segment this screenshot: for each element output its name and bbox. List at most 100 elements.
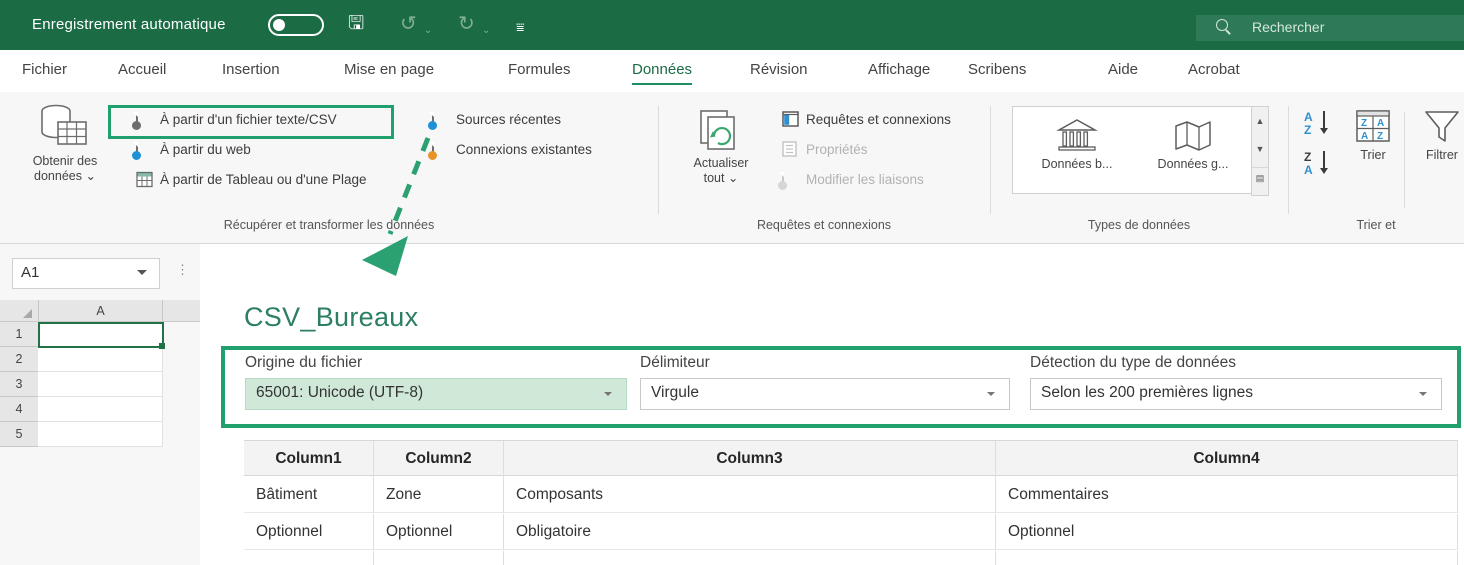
file-origin-label: Origine du fichier	[245, 354, 363, 371]
tab-affichage[interactable]: Affichage	[868, 61, 930, 78]
properties-label: Propriétés	[806, 142, 868, 157]
from-web-icon	[132, 141, 153, 160]
table-cell	[374, 551, 504, 565]
ribbon: Récupérer et transformer les données Req…	[0, 92, 1464, 244]
svg-text:A: A	[1304, 163, 1313, 177]
sort-dialog-label: Trier	[1360, 148, 1386, 162]
tab-acrobat[interactable]: Acrobat	[1188, 61, 1240, 78]
svg-text:A: A	[1361, 131, 1368, 142]
tab-label: Mise en page	[344, 61, 435, 78]
filter-button[interactable]: Filtrer	[1414, 108, 1464, 162]
cell-a5[interactable]	[38, 422, 163, 447]
tab-formules[interactable]: Formules	[508, 61, 571, 78]
data-type-detection-select[interactable]: Selon les 200 premières lignes	[1030, 378, 1442, 410]
edit-links-label: Modifier les liaisons	[806, 172, 924, 187]
column-header-a[interactable]: A	[38, 300, 163, 322]
gallery-scroll-down-icon[interactable]: ▼	[1252, 139, 1268, 159]
row-header-5[interactable]: 5	[0, 422, 38, 447]
csv-import-pane: CSV_Bureaux Origine du fichier 65001: Un…	[200, 244, 1464, 565]
data-type-stocks[interactable]: Données b...	[1021, 117, 1133, 171]
refresh-all-label-line2: tout	[703, 171, 728, 185]
tab-label: Révision	[750, 61, 808, 78]
undo-dropdown-icon[interactable]: ⌄	[424, 20, 432, 42]
redo-icon[interactable]: ↻	[458, 13, 475, 35]
column-headers: A	[0, 300, 200, 322]
sort-dialog-button[interactable]: Z A A Z Trier	[1346, 108, 1400, 162]
data-type-geography[interactable]: Données g...	[1137, 117, 1249, 171]
refresh-all-label-line1: Actualiser	[693, 156, 749, 170]
csv-dialog-title: CSV_Bureaux	[244, 302, 419, 332]
recent-sources-icon	[428, 111, 449, 130]
table-header-row: Column1 Column2 Column3 Column4	[244, 440, 1458, 477]
tab-fichier[interactable]: Fichier	[22, 61, 67, 78]
sort-descending-button[interactable]: Z A	[1300, 148, 1338, 183]
formula-bar-overflow-icon[interactable]: ⋮	[176, 262, 189, 278]
from-web-button[interactable]: À partir du web	[132, 140, 251, 160]
table-cell	[504, 551, 996, 565]
tab-scribens[interactable]: Scribens	[968, 61, 1026, 78]
sort-dialog-icon: Z A A Z	[1356, 110, 1390, 142]
tab-label: Scribens	[968, 61, 1027, 78]
save-icon[interactable]: 🖫	[348, 13, 364, 35]
name-box-value: A1	[21, 264, 40, 281]
svg-text:A: A	[1377, 118, 1384, 129]
undo-icon[interactable]: ↺	[400, 13, 417, 35]
gallery-more-icon[interactable]: ▤	[1252, 167, 1268, 187]
column-header[interactable]: Column2	[374, 441, 504, 477]
data-type-detection-field: Détection du type de données Selon les 2…	[1030, 354, 1442, 410]
tab-aide[interactable]: Aide	[1108, 61, 1138, 78]
tab-r-vision[interactable]: Révision	[750, 61, 808, 78]
queries-connections-label: Requêtes et connexions	[806, 112, 951, 127]
get-data-button[interactable]: Obtenir des données ⌄	[10, 102, 120, 184]
file-origin-select[interactable]: 65001: Unicode (UTF-8)	[245, 378, 627, 410]
svg-text:A: A	[1304, 110, 1313, 124]
redo-dropdown-icon[interactable]: ⌄	[482, 20, 490, 42]
table-row: Optionnel Optionnel Obligatoire Optionnel	[244, 514, 1458, 550]
column-header[interactable]: Column4	[996, 441, 1458, 477]
tab-mise-en-page[interactable]: Mise en page	[344, 61, 434, 78]
row-header-3[interactable]: 3	[0, 372, 38, 397]
row-header-4[interactable]: 4	[0, 397, 38, 422]
from-text-csv-button[interactable]: À partir d'un fichier texte/CSV	[132, 110, 337, 130]
table-cell: Obligatoire	[504, 514, 996, 550]
tab-label: Données	[632, 61, 693, 78]
row-header-2[interactable]: 2	[0, 347, 38, 372]
column-header[interactable]: Column3	[504, 441, 996, 477]
ribbon-tabs: Fichier Accueil Insertion Mise en page Formu…	[0, 50, 1464, 92]
select-all-corner[interactable]	[0, 300, 38, 322]
group-separator	[1404, 112, 1405, 208]
tab-label: Formules	[508, 61, 571, 78]
gallery-scroll-up-icon[interactable]: ▲	[1252, 111, 1268, 131]
autosave-toggle-knob	[273, 19, 285, 31]
table-cell: Optionnel	[996, 514, 1458, 550]
sort-ascending-button[interactable]: A Z	[1300, 108, 1338, 143]
chevron-down-icon	[987, 392, 995, 396]
search-input[interactable]: Rechercher	[1196, 15, 1464, 41]
refresh-all-button[interactable]: Actualiser tout ⌄	[676, 108, 766, 186]
row-header-1[interactable]: 1	[0, 322, 38, 347]
chevron-down-icon[interactable]	[137, 270, 147, 275]
title-bar: Enregistrement automatique 🖫 ↺ ⌄ ↻ ⌄ ⩸ R…	[0, 0, 1464, 50]
column-header[interactable]: Column1	[244, 441, 374, 477]
queries-connections-button[interactable]: Requêtes et connexions	[782, 110, 951, 130]
tab-donn-es[interactable]: Données	[632, 61, 693, 85]
cell-a2[interactable]	[38, 347, 163, 372]
cell-a4[interactable]	[38, 397, 163, 422]
cell-a3[interactable]	[38, 372, 163, 397]
active-cell-selection	[38, 322, 165, 349]
gallery-scrollbar[interactable]: ▲ ▼ ▤	[1251, 106, 1269, 196]
tab-label: Aide	[1108, 61, 1139, 78]
edit-links-icon	[778, 171, 799, 190]
tab-label: Acrobat	[1188, 61, 1240, 78]
get-data-label-line1: Obtenir des	[32, 154, 98, 168]
recent-sources-button[interactable]: Sources récentes	[428, 110, 561, 130]
filter-funnel-icon	[1425, 111, 1459, 142]
delimiter-select[interactable]: Virgule	[640, 378, 1010, 410]
autosave-toggle[interactable]	[268, 14, 324, 36]
tab-accueil[interactable]: Accueil	[118, 61, 166, 78]
name-box[interactable]: A1	[12, 258, 160, 289]
more-commands-icon[interactable]: ⩸	[516, 16, 525, 38]
tab-insertion[interactable]: Insertion	[222, 61, 280, 78]
data-type-stocks-label: Données b...	[1041, 157, 1113, 171]
file-origin-value: 65001: Unicode (UTF-8)	[256, 384, 424, 401]
